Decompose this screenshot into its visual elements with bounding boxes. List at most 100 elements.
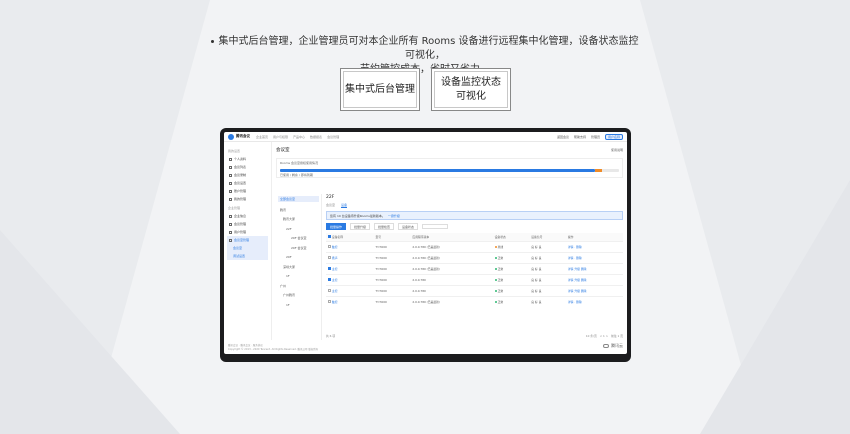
status-filter[interactable]: 设备状态 <box>398 223 419 230</box>
sidebar-item[interactable]: 会议录制 <box>227 171 268 179</box>
table-row[interactable]: 扬声 TY-TO00 2.0.0.780 (已是最新) 正常良 好 良详情 · 删除 <box>326 251 623 263</box>
device-signal: 良 好 良 <box>529 240 566 252</box>
tree-node[interactable]: 深圳大厦 <box>278 262 319 272</box>
tree-node[interactable]: 20F 会议室 <box>278 243 319 253</box>
table-row[interactable]: 触控 TY-TO00 2.0.0.780 (已是最新) 正常良 好 良详情 · 删除 <box>326 295 623 307</box>
sidebar-item[interactable]: 我的管理 <box>227 195 268 203</box>
device-signal: 良 好 良 <box>529 295 566 307</box>
nav-right-item[interactable]: 返回会议 <box>557 135 569 139</box>
device-name[interactable]: 主控 <box>332 289 338 293</box>
table-row[interactable]: 主控 TY-TO00 2.0.0.780 正常良 好 良详情 升级 删除 <box>326 273 623 285</box>
row-checkbox[interactable] <box>328 299 331 303</box>
tree-node[interactable]: 22F <box>278 224 319 234</box>
nav-right-item[interactable]: 帮助支持 <box>574 135 586 139</box>
help-link[interactable]: 使用说明 <box>611 148 623 152</box>
device-model: TY-TO00 <box>373 295 411 307</box>
row-actions[interactable]: 详情 升级 删除 <box>565 262 623 274</box>
page-nav[interactable]: < 1 > <box>600 334 608 338</box>
tree-node[interactable]: 20F 会议室 <box>278 234 319 244</box>
device-signal: 良 好 良 <box>529 262 566 274</box>
batch-button[interactable]: 批量操作 <box>326 223 347 230</box>
page-jump[interactable]: 前往 1 页 <box>611 334 623 338</box>
sidebar-item[interactable]: 会议管理 <box>227 220 268 228</box>
account-icon <box>229 189 232 193</box>
device-name[interactable]: 扬声 <box>332 256 338 260</box>
sidebar-subitem-debug[interactable]: 调试设置 <box>227 252 268 260</box>
nav-right-item[interactable]: 管理员 <box>591 135 600 139</box>
nav-item[interactable]: 数据报表 <box>310 135 322 139</box>
sidebar-subitem-room[interactable]: 会议室 <box>227 244 268 252</box>
footer-brand: 腾讯云 <box>603 344 623 348</box>
device-model: TY-TO00 <box>373 273 411 285</box>
upgrade-link[interactable]: 一键升级 <box>388 214 400 218</box>
tree-node[interactable]: 腾讯 <box>278 205 319 215</box>
row-checkbox[interactable] <box>328 244 331 248</box>
device-name[interactable]: 主控 <box>332 267 338 271</box>
row-actions[interactable]: 详情 升级 删除 <box>565 284 623 296</box>
feature-label-2: 可视化 <box>456 90 486 102</box>
manage-icon <box>229 197 232 201</box>
status-dot-icon <box>494 300 497 303</box>
tree-node[interactable]: 1F <box>278 300 319 310</box>
monitor-frame: 腾讯会议 企业首页 用户与权限 产品中心 数据报表 会议管理 返回会议 帮助支持… <box>220 128 631 362</box>
page-size-select[interactable]: 10 条/页 <box>586 334 597 338</box>
device-name[interactable]: 触控 <box>332 300 338 304</box>
tabs: 会议室 设备 <box>326 203 623 208</box>
select-all-checkbox[interactable] <box>328 234 331 238</box>
tip-text: 您有 10 台设备待升级Rooms最新版本。 <box>330 213 385 218</box>
row-actions[interactable]: 详情 · 删除 <box>565 240 623 252</box>
row-actions[interactable]: 详情 · 删除 <box>565 251 623 263</box>
device-name[interactable]: 触控 <box>332 245 338 249</box>
tree-node[interactable]: 广州腾讯 <box>278 291 319 301</box>
nav-item[interactable]: 产品中心 <box>293 135 305 139</box>
row-actions[interactable]: 详情 · 删除 <box>565 295 623 307</box>
sidebar-item[interactable]: 个人资料 <box>227 155 268 163</box>
row-checkbox[interactable] <box>328 288 331 292</box>
user-menu[interactable]: 用户名称 <box>604 133 623 140</box>
device-signal: 良 好 良 <box>529 273 566 285</box>
sidebar: 我的设置 个人资料 会议列表 会议录制 会议设置 账户管理 我的管理 企业管理 … <box>224 142 272 340</box>
tree-node[interactable]: 20F <box>278 253 319 263</box>
table-row[interactable]: 主控 TY-TO00 2.0.0.780 正常良 好 良详情 升级 删除 <box>326 284 623 296</box>
tree-selected[interactable]: 全部会议室 <box>278 196 319 202</box>
sidebar-item[interactable]: 账户管理 <box>227 187 268 195</box>
headline-line2: 节约管控成本，省时又省力。 <box>360 64 490 75</box>
nav-item[interactable]: 会议管理 <box>327 135 339 139</box>
nav-item[interactable]: 用户与权限 <box>273 135 288 139</box>
tree-node[interactable]: 广州 <box>278 281 319 291</box>
tab-devices[interactable]: 设备 <box>341 203 348 208</box>
device-name[interactable]: 主控 <box>332 278 338 282</box>
sidebar-item-room-management[interactable]: 会议室管理 <box>227 236 268 244</box>
tab-rooms[interactable]: 会议室 <box>326 203 335 208</box>
nav-item[interactable]: 企业首页 <box>256 135 268 139</box>
tree-node[interactable]: 1F <box>278 272 319 282</box>
status-dot-icon <box>494 256 497 259</box>
device-status: 离线 <box>492 240 530 252</box>
row-checkbox[interactable] <box>328 277 331 281</box>
row-checkbox[interactable] <box>328 266 331 270</box>
device-status: 正常 <box>492 251 530 263</box>
main-area: 会议室 使用说明 Rooms 会议室授权使用情况 已使用 / 剩余 / 即将到期… <box>276 142 623 340</box>
top-right-links: 返回会议 帮助支持 管理员 用户名称 <box>557 133 623 140</box>
batch-upgrade-button[interactable]: 批量升级 <box>350 223 371 230</box>
row-checkbox[interactable] <box>328 255 331 259</box>
app-screen: 腾讯会议 企业首页 用户与权限 产品中心 数据报表 会议管理 返回会议 帮助支持… <box>224 132 627 354</box>
row-actions[interactable]: 详情 升级 删除 <box>565 273 623 285</box>
tree-node[interactable]: 腾讯大厦 <box>278 215 319 225</box>
table-row[interactable]: 主控 TY-TO00 2.0.0.780 (已是最新) 正常良 好 良详情 升级 删除 <box>326 262 623 274</box>
headline: 集中式后台管理，企业管理员可对本企业所有 Rooms 设备进行远程集中化管理，设… <box>210 35 640 77</box>
sidebar-item[interactable]: 用户管理 <box>227 228 268 236</box>
sidebar-item[interactable]: 会议设置 <box>227 179 268 187</box>
search-input[interactable] <box>422 224 449 229</box>
sidebar-item[interactable]: 会议列表 <box>227 163 268 171</box>
sidebar-item[interactable]: 企业信息 <box>227 212 268 220</box>
gear-icon <box>229 181 232 185</box>
batch-check-button[interactable]: 批量检查 <box>374 223 395 230</box>
device-version: 2.0.0.780 <box>410 273 493 285</box>
status-dot-icon <box>494 289 497 292</box>
footer-copyright: Copyright © 2013 - 2020 Tencent. All Rig… <box>228 348 319 351</box>
table-row[interactable]: 触控 TY-TO00 2.0.0.780 (已是最新) 离线良 好 良详情 · 删除 <box>326 240 623 252</box>
device-version: 2.0.0.780 (已是最新) <box>410 240 493 252</box>
device-model: TY-TO00 <box>373 251 411 263</box>
status-dot-icon <box>494 245 497 248</box>
